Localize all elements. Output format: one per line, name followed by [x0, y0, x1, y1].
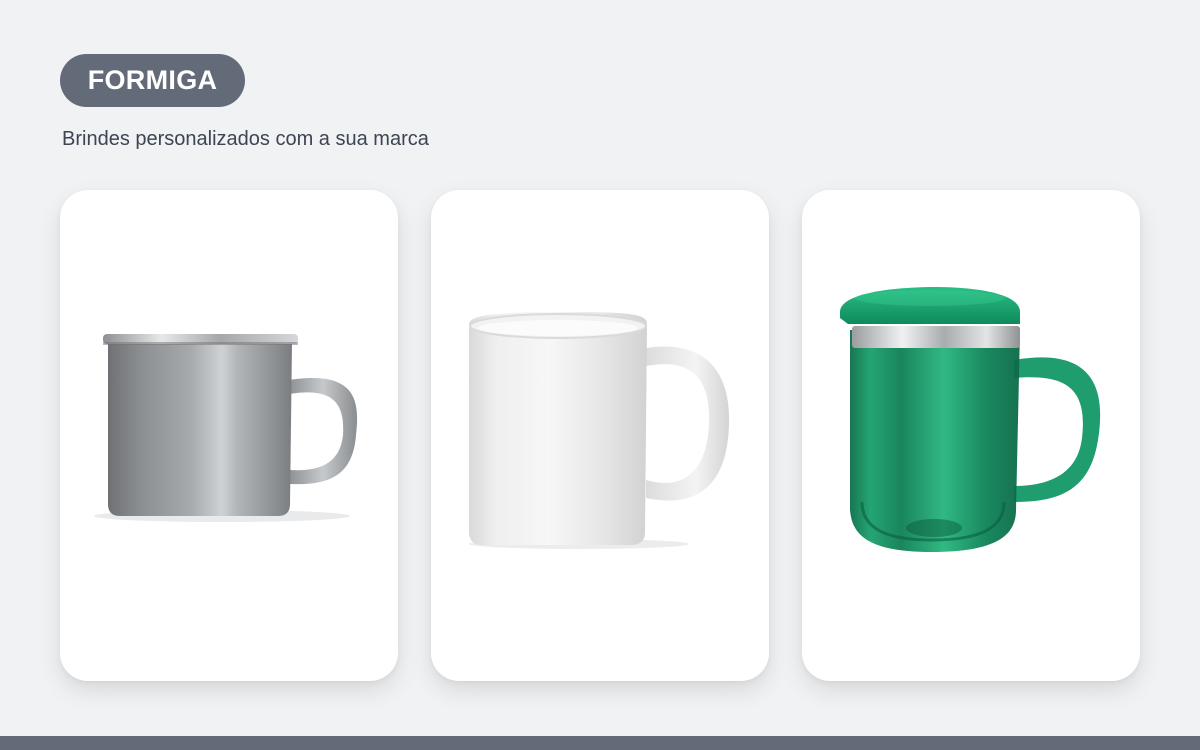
product-card-enamel-mug[interactable]: [60, 190, 398, 681]
ceramic-mug-white-icon: [469, 312, 730, 549]
enamel-mug-gray-icon: [94, 334, 358, 522]
brand-badge: FORMIGA: [60, 54, 245, 107]
footer-bar: [0, 736, 1200, 750]
product-card-ceramic-mug[interactable]: [431, 190, 769, 681]
product-card-thermal-mug[interactable]: [802, 190, 1140, 681]
thermal-mug-green-icon: [840, 287, 1101, 552]
page-tagline: Brindes personalizados com a sua marca: [62, 128, 429, 150]
